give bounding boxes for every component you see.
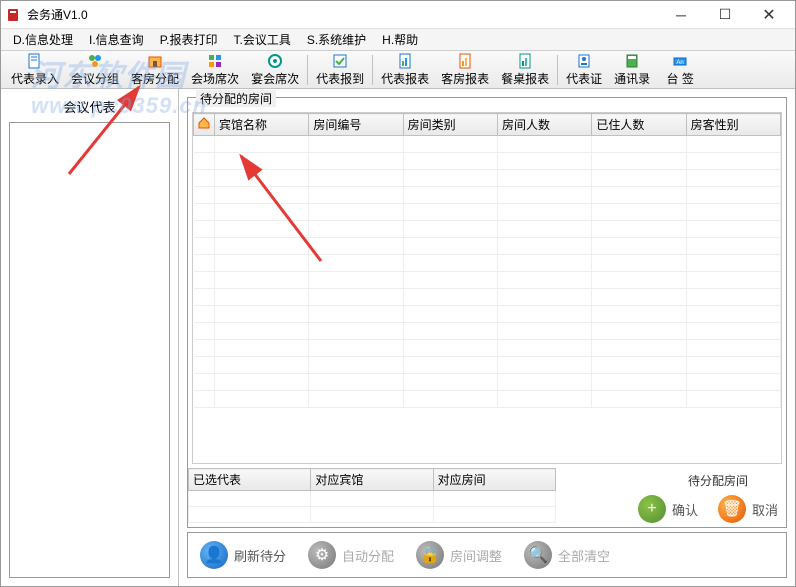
lock-icon: 🔒 [416,541,444,569]
toolbar-separator [557,55,558,85]
table-row[interactable] [194,391,781,408]
menu-info-process[interactable]: D.信息处理 [5,29,81,50]
trash-icon: 🗑 [718,495,746,523]
group-icon [87,53,103,69]
subtable-header-selected[interactable]: 已选代表 [189,469,311,491]
table-row[interactable] [194,136,781,153]
menu-info-query[interactable]: I.信息查询 [81,29,152,50]
pending-label: 待分配房间 [688,472,778,489]
tool-room-assign[interactable]: 客房分配 [125,52,185,88]
room-adjust-button[interactable]: 🔒 房间调整 [416,541,502,569]
table-header-gender[interactable]: 房客性别 [686,114,780,136]
table-row[interactable] [194,187,781,204]
person-icon: 👤 [200,541,228,569]
table-row[interactable] [194,204,781,221]
menubar: D.信息处理 I.信息查询 P.报表打印 T.会议工具 S.系统维护 H.帮助 [1,29,795,51]
room-table-container: 宾馆名称 房间编号 房间类别 房间人数 已住人数 房客性别 [192,112,782,464]
table-header-occupied[interactable]: 已住人数 [592,114,686,136]
cancel-button[interactable]: 🗑 取消 [718,495,778,523]
menu-system-maint[interactable]: S.系统维护 [299,29,374,50]
table-row[interactable] [194,374,781,391]
clear-all-button[interactable]: 🔍 全部清空 [524,541,610,569]
section-title: 待分配的房间 [196,90,276,107]
maximize-button[interactable]: ☐ [703,2,747,28]
right-panel: 待分配的房间 宾馆名称 房间编号 房间类别 房间人数 已住人数 房客性别 [179,89,795,586]
selected-table: 已选代表 对应宾馆 对应房间 [188,468,556,527]
table-row[interactable] [189,491,556,507]
minimize-button[interactable]: ─ [659,2,703,28]
bottom-row: 已选代表 对应宾馆 对应房间 待分配房间 [188,468,786,527]
window-title: 会务通V1.0 [27,6,659,23]
window-controls: ─ ☐ ✕ [659,2,791,28]
table-row[interactable] [194,221,781,238]
room-icon [147,53,163,69]
report-icon [457,53,473,69]
tool-banquet-seat[interactable]: 宴会席次 [245,52,305,88]
table-row[interactable] [194,357,781,374]
tool-nameplate[interactable]: An台 签 [656,52,704,88]
app-icon [5,7,21,23]
left-panel-title: 会议代表 [9,97,170,116]
tool-delegate-badge[interactable]: 代表证 [560,52,608,88]
delegate-list[interactable] [9,122,170,578]
search-icon: 🔍 [524,541,552,569]
left-panel: 会议代表 [1,89,179,586]
report-icon [517,53,533,69]
gear-icon: ⚙ [308,541,336,569]
table-row[interactable] [194,323,781,340]
report-icon [397,53,413,69]
table-row[interactable] [194,289,781,306]
svg-text:An: An [677,60,684,66]
subtable-header-room[interactable]: 对应房间 [433,469,555,491]
menu-report-print[interactable]: P.报表打印 [152,29,226,50]
main-section: 待分配的房间 宾馆名称 房间编号 房间类别 房间人数 已住人数 房客性别 [187,97,787,528]
table-header-roomtype[interactable]: 房间类别 [403,114,497,136]
tool-meeting-group[interactable]: 会议分组 [65,52,125,88]
tool-contacts[interactable]: 通讯录 [608,52,656,88]
table-header-icon[interactable] [194,114,215,136]
tool-venue-seat[interactable]: 会场席次 [185,52,245,88]
tool-dining-report[interactable]: 餐桌报表 [495,52,555,88]
action-right: 待分配房间 + 确认 🗑 取消 [556,468,786,527]
room-table[interactable]: 宾馆名称 房间编号 房间类别 房间人数 已住人数 房客性别 [193,113,781,408]
tool-room-report[interactable]: 客房报表 [435,52,495,88]
main-area: 会议代表 待分配的房间 宾馆名称 房间编号 房间类别 房间人数 已住人数 [1,89,795,586]
document-icon [27,53,43,69]
confirm-button[interactable]: + 确认 [638,495,698,523]
table-row[interactable] [194,153,781,170]
table-header-capacity[interactable]: 房间人数 [497,114,591,136]
close-button[interactable]: ✕ [747,2,791,28]
tool-delegate-entry[interactable]: 代表录入 [5,52,65,88]
seat-icon [207,53,223,69]
menu-help[interactable]: H.帮助 [374,29,426,50]
table-row[interactable] [194,255,781,272]
table-row[interactable] [194,170,781,187]
tool-delegate-checkin[interactable]: 代表报到 [310,52,370,88]
toolbar: 代表录入 会议分组 客房分配 会场席次 宴会席次 代表报到 代表报表 客房报表 … [1,51,795,89]
checkin-icon [332,53,348,69]
bottom-actions: 👤 刷新待分 ⚙ 自动分配 🔒 房间调整 🔍 全部清空 [187,532,787,578]
table-row[interactable] [194,272,781,289]
table-row[interactable] [194,238,781,255]
subtable-header-hotel[interactable]: 对应宾馆 [311,469,433,491]
titlebar: 会务通V1.0 ─ ☐ ✕ [1,1,795,29]
table-row[interactable] [189,507,556,523]
toolbar-separator [307,55,308,85]
plus-icon: + [638,495,666,523]
table-row[interactable] [194,340,781,357]
table-header-roomno[interactable]: 房间编号 [309,114,403,136]
toolbar-separator [372,55,373,85]
contacts-icon [624,53,640,69]
tool-delegate-report[interactable]: 代表报表 [375,52,435,88]
badge-icon [576,53,592,69]
refresh-button[interactable]: 👤 刷新待分 [200,541,286,569]
menu-meeting-tools[interactable]: T.会议工具 [225,29,298,50]
table-row[interactable] [194,306,781,323]
banquet-icon [267,53,283,69]
auto-assign-button[interactable]: ⚙ 自动分配 [308,541,394,569]
nameplate-icon: An [672,53,688,69]
table-header-hotel[interactable]: 宾馆名称 [215,114,309,136]
